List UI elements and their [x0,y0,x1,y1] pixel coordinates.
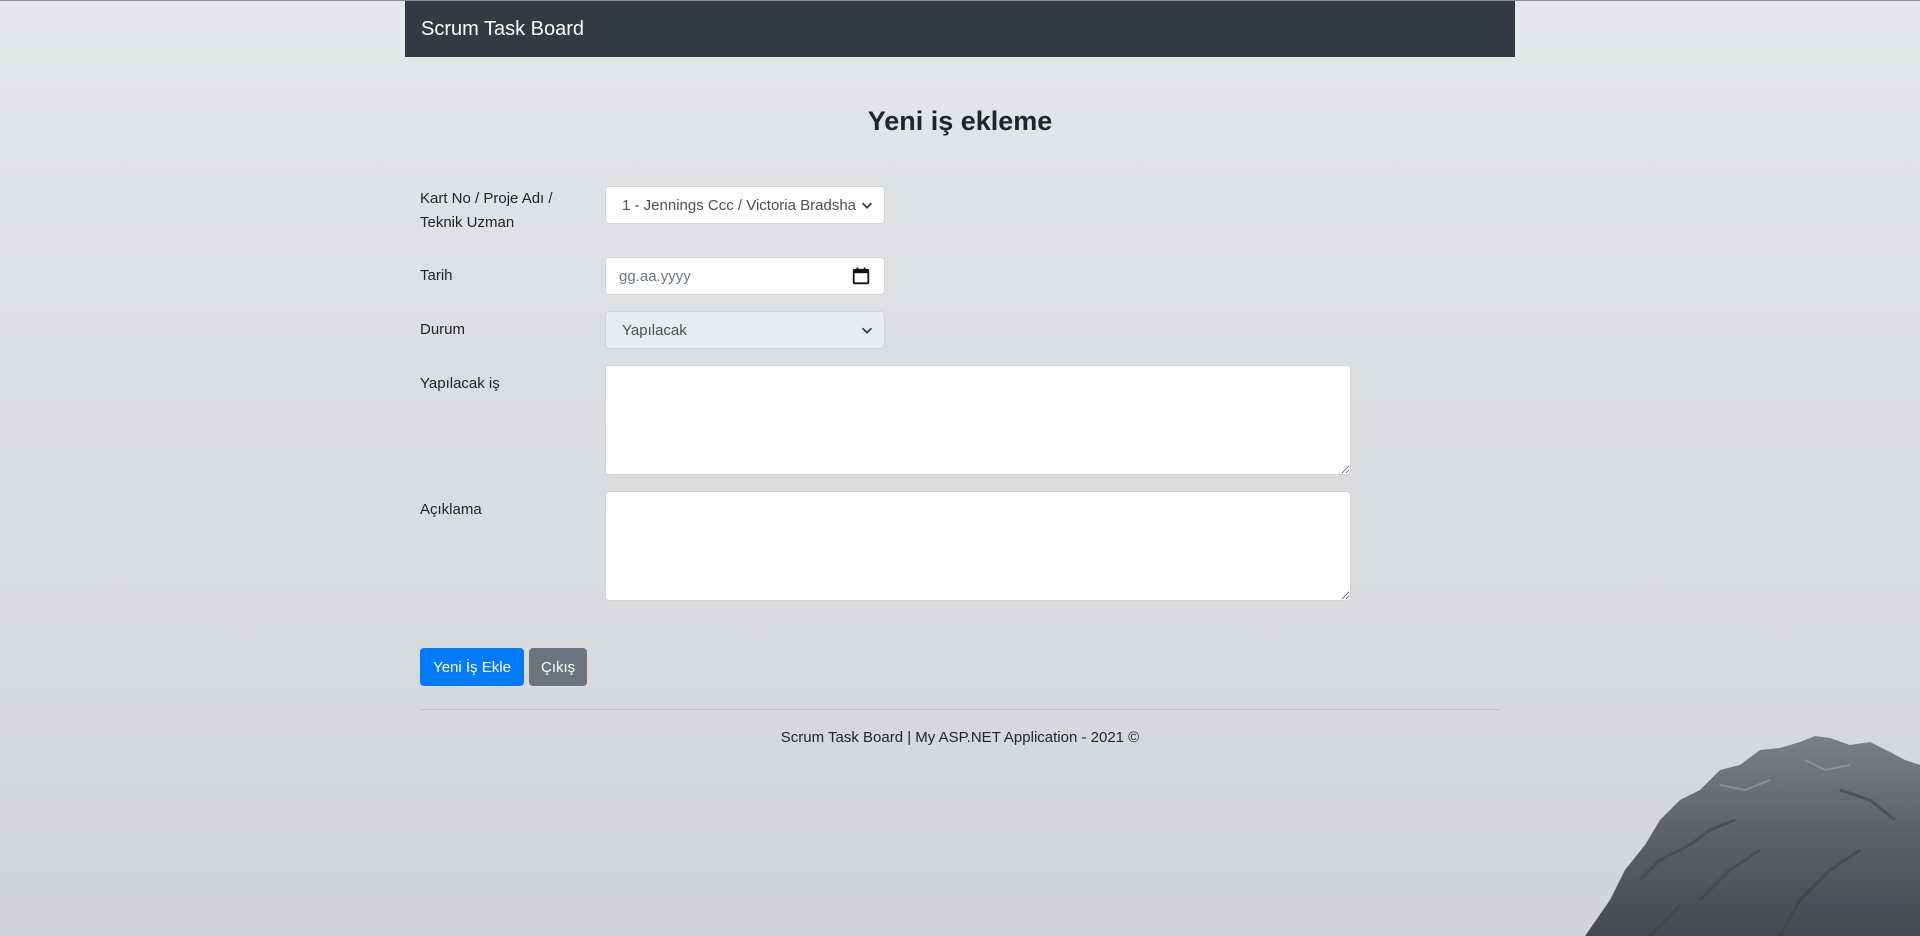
task-textarea[interactable] [605,365,1351,475]
status-select-value: Yapılacak [622,321,687,339]
footer-text: Scrum Task Board | My ASP.NET Applicatio… [780,729,1140,746]
task-textarea-label: Yapılacak iş [420,375,500,392]
card-select[interactable]: 1 - Jennings Ccc / Victoria Bradshaw [605,186,885,224]
add-task-button[interactable]: Yeni İş Ekle [420,648,524,686]
page-title: Yeni iş ekleme [867,106,1053,136]
date-input-placeholder: gg.aa.yyyy [619,267,691,285]
chevron-down-icon [862,202,872,209]
navbar: Scrum Task Board [405,1,1515,57]
chevron-down-icon [862,327,872,334]
status-select[interactable]: Yapılacak [605,311,885,349]
description-textarea[interactable] [605,491,1351,601]
status-select-label: Durum [420,321,466,338]
card-select-label: Kart No / Proje Adı / Teknik Uzman [420,190,553,231]
date-input-label: Tarih [420,267,453,284]
footer-divider [420,709,1500,710]
date-input[interactable]: gg.aa.yyyy [605,257,885,295]
exit-button[interactable]: Çıkış [529,648,587,686]
calendar-icon[interactable] [852,267,870,285]
description-textarea-label: Açıklama [420,501,482,518]
card-select-value: 1 - Jennings Ccc / Victoria Bradshaw [622,196,856,214]
navbar-brand-link[interactable]: Scrum Task Board [421,18,584,41]
